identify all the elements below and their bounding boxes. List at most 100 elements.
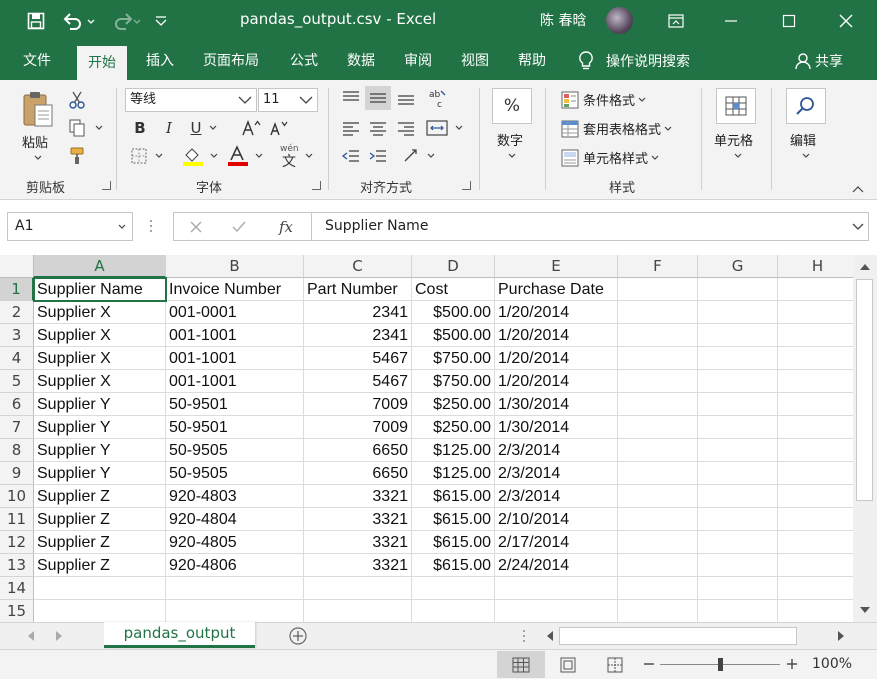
maximize-icon[interactable] — [766, 4, 812, 38]
row-header-12[interactable]: 12 — [0, 531, 34, 554]
cell-a5[interactable]: Supplier X — [34, 370, 166, 393]
cell-f10[interactable] — [618, 485, 698, 508]
cell-d10[interactable]: $615.00 — [412, 485, 495, 508]
cell-d6[interactable]: $250.00 — [412, 393, 495, 416]
cell-c10[interactable]: 3321 — [304, 485, 412, 508]
cell-f1[interactable] — [618, 278, 698, 301]
cell-d4[interactable]: $750.00 — [412, 347, 495, 370]
undo-icon[interactable] — [58, 8, 98, 34]
cell-h11[interactable] — [778, 508, 853, 531]
font-launcher-icon[interactable] — [312, 181, 321, 190]
cell-h2[interactable] — [778, 301, 853, 324]
cell-e15[interactable] — [495, 600, 618, 622]
cell-h13[interactable] — [778, 554, 853, 577]
tab-page-layout[interactable]: 页面布局 — [192, 42, 270, 80]
cell-f14[interactable] — [618, 577, 698, 600]
chevron-down-icon[interactable] — [238, 89, 252, 111]
worksheet-grid[interactable]: ABCDEFGH 1 2 3 4 5 6 7 8 9 10 11 12 13 14 15 Supplier … — [0, 255, 853, 622]
cell-g12[interactable] — [698, 531, 778, 554]
cell-f7[interactable] — [618, 416, 698, 439]
insert-function-button[interactable]: fx — [261, 212, 311, 241]
close-icon[interactable] — [823, 4, 869, 38]
cell-b4[interactable]: 001-1001 — [166, 347, 304, 370]
column-header-f[interactable]: F — [618, 255, 698, 278]
cell-c8[interactable]: 6650 — [304, 439, 412, 462]
cell-b9[interactable]: 50-9505 — [166, 462, 304, 485]
cell-c15[interactable] — [304, 600, 412, 622]
clipboard-launcher-icon[interactable] — [102, 181, 111, 190]
cell-g1[interactable] — [698, 278, 778, 301]
cell-f12[interactable] — [618, 531, 698, 554]
cell-e12[interactable]: 2/17/2014 — [495, 531, 618, 554]
zoom-slider-thumb[interactable] — [718, 658, 723, 671]
cell-b2[interactable]: 001-0001 — [166, 301, 304, 324]
tab-split-grip-icon[interactable] — [520, 628, 528, 644]
tab-formulas[interactable]: 公式 — [279, 42, 329, 80]
cell-e13[interactable]: 2/24/2014 — [495, 554, 618, 577]
font-color-icon[interactable] — [225, 144, 267, 168]
cell-c4[interactable]: 5467 — [304, 347, 412, 370]
cell-a10[interactable]: Supplier Z — [34, 485, 166, 508]
cell-e5[interactable]: 1/20/2014 — [495, 370, 618, 393]
merge-center-icon[interactable] — [424, 116, 468, 140]
normal-view-icon[interactable] — [497, 651, 545, 678]
paste-icon[interactable] — [18, 88, 58, 130]
add-sheet-icon[interactable] — [287, 626, 309, 646]
cell-b6[interactable]: 50-9501 — [166, 393, 304, 416]
cell-h9[interactable] — [778, 462, 853, 485]
borders-icon[interactable] — [128, 146, 168, 166]
zoom-out-icon[interactable] — [642, 656, 656, 672]
row-header-7[interactable]: 7 — [0, 416, 34, 439]
cell-g3[interactable] — [698, 324, 778, 347]
cell-b11[interactable]: 920-4804 — [166, 508, 304, 531]
cells-button[interactable]: 单元格 — [714, 130, 753, 149]
align-top-icon[interactable] — [338, 86, 364, 110]
cell-e1[interactable]: Purchase Date — [495, 278, 618, 301]
cell-e7[interactable]: 1/30/2014 — [495, 416, 618, 439]
scroll-right-icon[interactable] — [834, 628, 848, 644]
redo-icon[interactable] — [104, 8, 144, 34]
cell-c7[interactable]: 7009 — [304, 416, 412, 439]
scroll-left-icon[interactable] — [543, 628, 557, 644]
cell-b14[interactable] — [166, 577, 304, 600]
column-header-a[interactable]: A — [34, 255, 166, 278]
cell-g7[interactable] — [698, 416, 778, 439]
chevron-down-icon[interactable] — [299, 89, 313, 111]
cell-h15[interactable] — [778, 600, 853, 622]
zoom-level[interactable]: 100% — [812, 656, 852, 672]
cell-g11[interactable] — [698, 508, 778, 531]
cells-icon[interactable] — [716, 88, 756, 124]
copy-icon[interactable] — [66, 118, 106, 138]
cell-d13[interactable]: $615.00 — [412, 554, 495, 577]
cell-a11[interactable]: Supplier Z — [34, 508, 166, 531]
format-as-table-button[interactable]: 套用表格格式 — [561, 119, 672, 138]
cell-c1[interactable]: Part Number — [304, 278, 412, 301]
column-header-b[interactable]: B — [166, 255, 304, 278]
cell-b12[interactable]: 920-4805 — [166, 531, 304, 554]
paste-label[interactable]: 粘贴 — [22, 132, 48, 151]
customize-qat-icon[interactable] — [150, 8, 172, 34]
cell-g4[interactable] — [698, 347, 778, 370]
cut-icon[interactable] — [66, 90, 88, 110]
search-icon[interactable] — [786, 88, 826, 124]
bold-button[interactable]: B — [131, 118, 149, 138]
cell-a13[interactable]: Supplier Z — [34, 554, 166, 577]
row-header-10[interactable]: 10 — [0, 485, 34, 508]
row-header-14[interactable]: 14 — [0, 577, 34, 600]
cell-a6[interactable]: Supplier Y — [34, 393, 166, 416]
row-header-2[interactable]: 2 — [0, 301, 34, 324]
cell-h5[interactable] — [778, 370, 853, 393]
row-header-15[interactable]: 15 — [0, 600, 34, 622]
cell-e11[interactable]: 2/10/2014 — [495, 508, 618, 531]
cell-f6[interactable] — [618, 393, 698, 416]
avatar[interactable] — [606, 7, 633, 34]
cell-c3[interactable]: 2341 — [304, 324, 412, 347]
cell-d3[interactable]: $500.00 — [412, 324, 495, 347]
cell-a15[interactable] — [34, 600, 166, 622]
cell-a14[interactable] — [34, 577, 166, 600]
cell-f2[interactable] — [618, 301, 698, 324]
vertical-scroll-thumb[interactable] — [856, 279, 873, 501]
row-header-5[interactable]: 5 — [0, 370, 34, 393]
editing-button[interactable]: 编辑 — [790, 130, 816, 149]
cell-h6[interactable] — [778, 393, 853, 416]
